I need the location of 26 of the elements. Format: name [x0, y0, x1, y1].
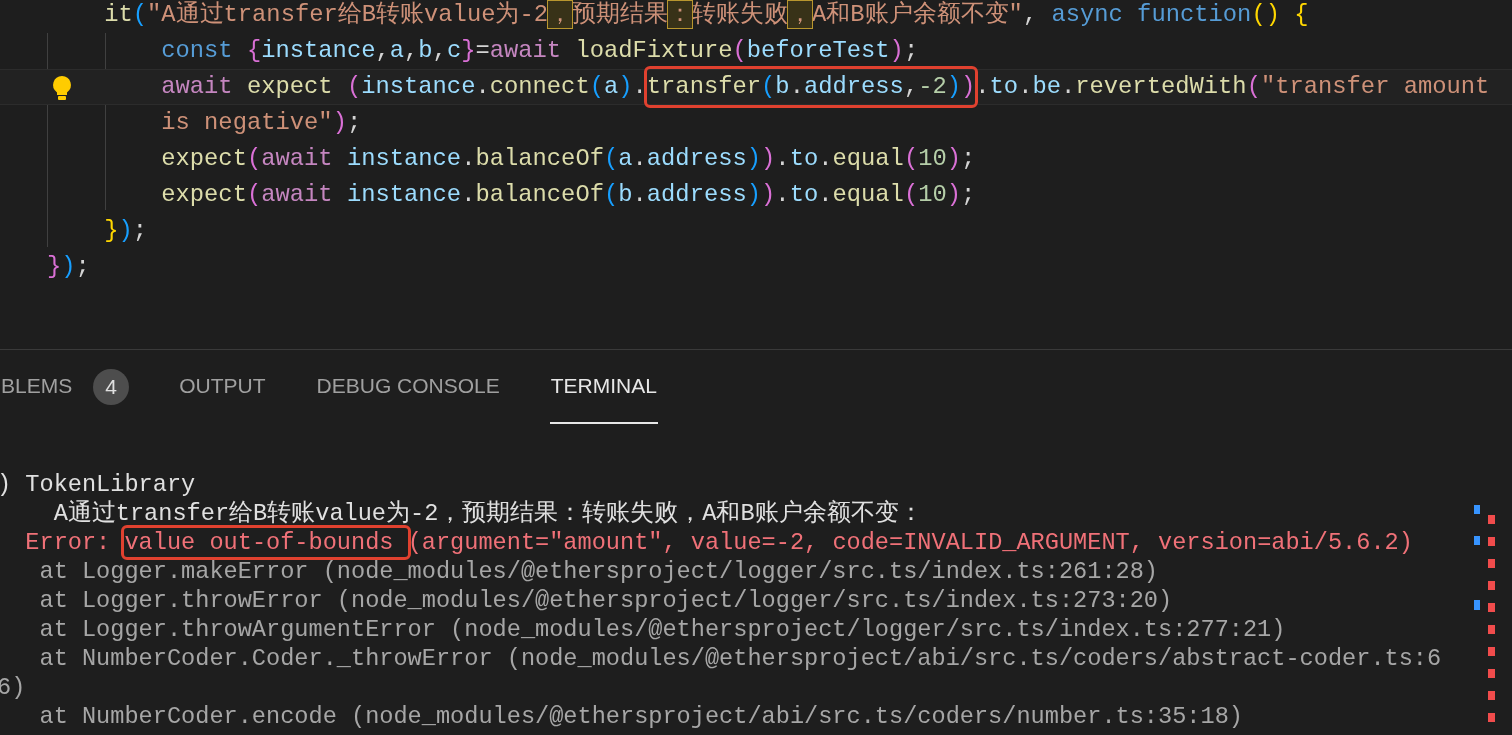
- code-text: });: [47, 252, 90, 282]
- terminal-text: A通过transfer给B转账value为-2，预期结果：转账失败，A和B账户余额不变：: [53, 499, 923, 528]
- lightbulb-icon[interactable]: [51, 75, 73, 101]
- terminal-text: ) TokenLibrary: [0, 470, 196, 499]
- panel-tab[interactable]: DEBUG CONSOLE: [315, 350, 501, 424]
- code-text: expect(await instance.balanceOf(a.address)).to.equal(10);: [161, 144, 976, 174]
- terminal-text: at NumberCoder.encode (node_modules/@ethersproject/abi/src.ts/coders/number.ts:35:18): [39, 702, 1243, 731]
- code-text: .to.be.revertedWith("transfer amount: [975, 72, 1490, 102]
- code-text: is negative");: [161, 108, 362, 138]
- panel-tab[interactable]: OUTPUT: [178, 350, 267, 424]
- panel-tab[interactable]: TERMINAL: [549, 350, 658, 424]
- code-text: const {instance,a,b,c}=await loadFixture(beforeTest);: [161, 36, 919, 66]
- terminal-text: at Logger.makeError (node_modules/@ethersproject/logger/src.ts/index.ts:261:28): [39, 557, 1158, 586]
- code-text: });: [104, 216, 147, 246]
- count-badge: 4: [93, 369, 130, 405]
- terminal-text: at NumberCoder.Coder._throwError (node_modules/@ethersproject/abi/src.ts/coders/abstract-coder.ts:6: [39, 644, 1442, 673]
- code-text: it("A通过transfer给B转账value为-2，预期结果：转账失败，A和B账户余额不变", async function() {: [104, 0, 1309, 30]
- terminal-text: at Logger.throwError (node_modules/@ethersproject/logger/src.ts/index.ts:273:20): [39, 586, 1173, 615]
- panel-tab[interactable]: BLEMS: [0, 350, 74, 424]
- terminal-text: (argument="amount", value=-2, code=INVALID_ARGUMENT, version=abi/5.6.2): [407, 528, 1413, 557]
- terminal-text: at Logger.throwArgumentError (node_modules/@ethersproject/logger/src.ts/index.ts:277:21): [39, 615, 1286, 644]
- terminal-text: Error:: [25, 528, 112, 557]
- code-text: await expect (instance.connect(a).: [161, 72, 647, 102]
- code-text: transfer(b.address,-2)): [646, 72, 976, 102]
- terminal-text: value out-of-bounds: [124, 528, 395, 557]
- code-text: expect(await instance.balanceOf(b.address)).to.equal(10);: [161, 180, 976, 210]
